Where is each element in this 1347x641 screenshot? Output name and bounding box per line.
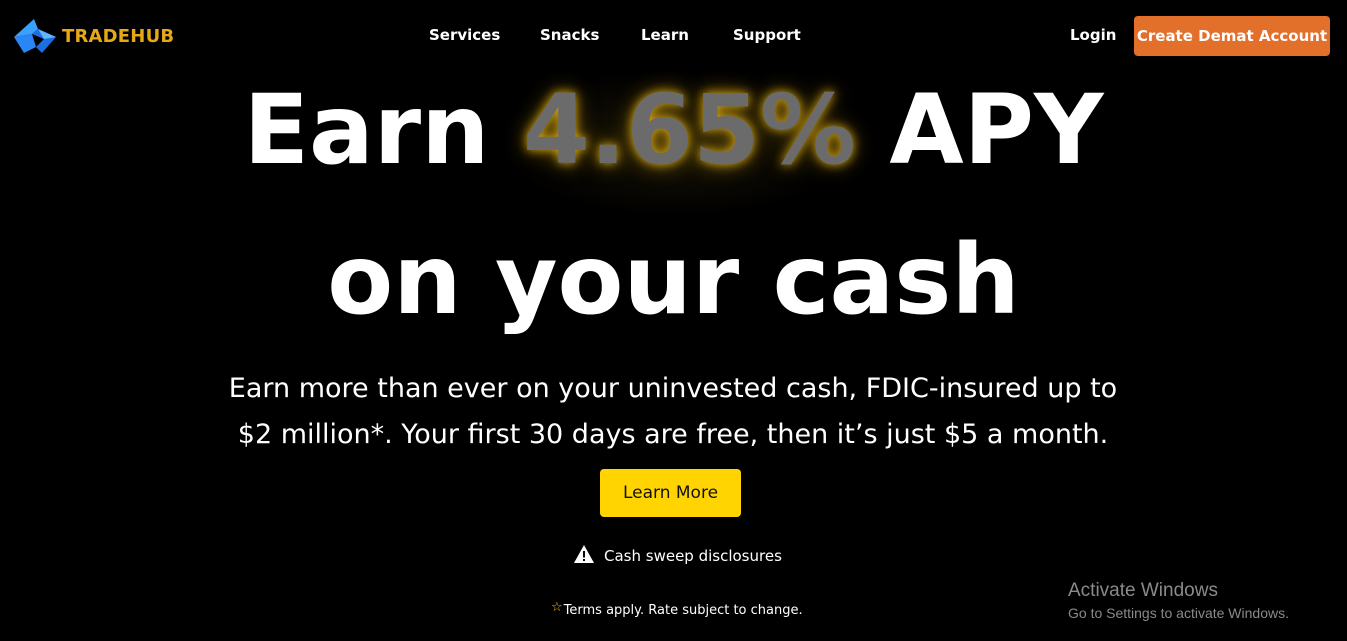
star-icon: ☆ xyxy=(551,600,563,615)
nav-item-services[interactable]: Services xyxy=(429,26,500,44)
terms-text: Terms apply. Rate subject to change. xyxy=(563,603,803,618)
disclosure-label: Cash sweep disclosures xyxy=(604,547,782,565)
hero-description: Earn more than ever on your uninvested c… xyxy=(228,373,1118,450)
page: TRADEHUB Services Snacks Learn Support L… xyxy=(0,0,1347,641)
hero-headline-line2: on your cash xyxy=(327,224,1020,336)
cash-sweep-disclosures-link[interactable]: Cash sweep disclosures xyxy=(573,544,782,568)
windows-activation-subtitle: Go to Settings to activate Windows. xyxy=(1068,605,1289,621)
windows-activation-title: Activate Windows xyxy=(1068,580,1218,601)
hero-apy-text: APY xyxy=(889,74,1104,186)
terms-note: ☆ Terms apply. Rate subject to change. xyxy=(551,600,803,618)
warning-icon xyxy=(573,544,595,568)
nav-item-learn[interactable]: Learn xyxy=(641,26,689,44)
nav-item-snacks[interactable]: Snacks xyxy=(540,26,599,44)
create-demat-account-button[interactable]: Create Demat Account xyxy=(1134,16,1330,56)
hero-headline-line1: Earn 4.65% APY xyxy=(0,70,1347,190)
apy-rate: 4.65% xyxy=(522,74,856,186)
nav-item-support[interactable]: Support xyxy=(733,26,801,44)
header: TRADEHUB Services Snacks Learn Support L… xyxy=(0,0,1347,72)
learn-more-button[interactable]: Learn More xyxy=(600,469,741,517)
hero-earn-text: Earn xyxy=(243,74,490,186)
login-link[interactable]: Login xyxy=(1070,26,1116,44)
